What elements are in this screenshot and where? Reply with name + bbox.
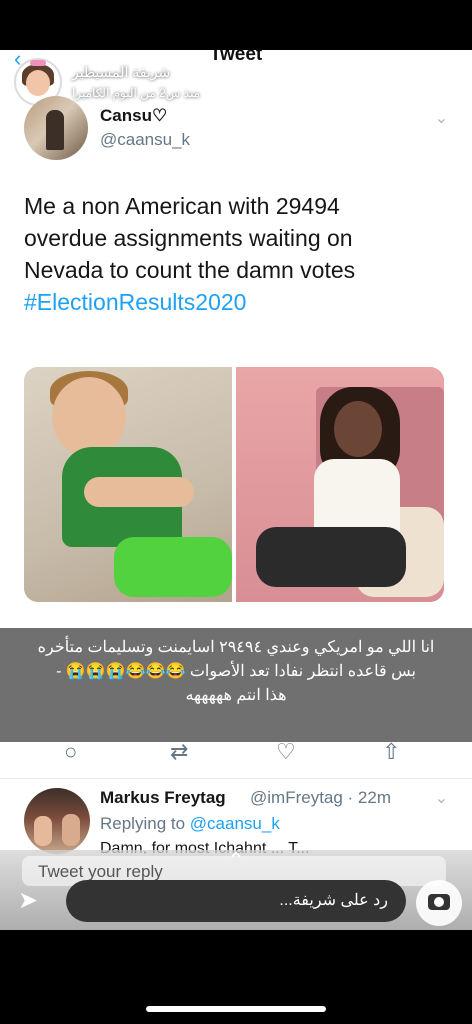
story-reply-input[interactable]: رد على شريفة... bbox=[66, 880, 406, 922]
caption-line: هذا انتم هههههه bbox=[185, 687, 287, 704]
tweet-reply-placeholder: Tweet your reply bbox=[38, 862, 163, 881]
hashtag-link[interactable]: #ElectionResults2020 bbox=[24, 286, 444, 318]
media-image-child[interactable] bbox=[24, 367, 232, 602]
camera-button[interactable] bbox=[416, 880, 462, 926]
tweet-text-line: Nevada to count the damn votes bbox=[24, 257, 356, 283]
reply-author-meta: @imFreytag · 22m bbox=[250, 788, 392, 807]
tweet-screen: ‹ Tweet شريفة المسيطير منذ س2 من البوم ا… bbox=[0, 50, 472, 930]
media-image-woman[interactable] bbox=[236, 367, 444, 602]
author-name[interactable]: Cansu♡ bbox=[100, 106, 167, 126]
woman-face bbox=[334, 401, 382, 457]
tweet-text-line: overdue assignments waiting on bbox=[24, 225, 353, 251]
compose-bar: ⌃ Tweet your reply ➤ رد على شريفة... bbox=[0, 848, 472, 930]
retweet-icon[interactable]: ⇄ bbox=[170, 740, 188, 764]
like-icon[interactable]: ♡ bbox=[276, 740, 296, 764]
replying-to: Replying to @caansu_k bbox=[100, 814, 280, 834]
story-timestamp: منذ س2 من البوم الكاميرا bbox=[72, 86, 201, 100]
share-icon[interactable]: ⇧ bbox=[382, 740, 400, 764]
caption-line: انا اللي مو امريكي وعندي ٢٩٤٩٤ اسايمنت و… bbox=[37, 639, 435, 656]
woman-legs bbox=[256, 527, 406, 587]
author-handle[interactable]: @caansu_k bbox=[100, 130, 190, 150]
story-caption-overlay: انا اللي مو امريكي وعندي ٢٩٤٩٤ اسايمنت و… bbox=[0, 628, 472, 742]
author-avatar[interactable] bbox=[24, 96, 88, 160]
reply-author-name[interactable]: Markus Freytag bbox=[100, 788, 226, 808]
caret-down-icon[interactable]: ⌄ bbox=[435, 788, 448, 808]
caption-line: بس قاعده انتظر نفادا تعد الأصوات 😂😂😂😭😭😭 … bbox=[56, 663, 416, 680]
home-indicator[interactable] bbox=[146, 1006, 326, 1012]
child-pants bbox=[114, 537, 232, 597]
tweet-text-line: Me a non American with 29494 bbox=[24, 193, 340, 219]
avatar-figure bbox=[46, 110, 64, 150]
tweet-media[interactable] bbox=[24, 367, 444, 602]
reply-author-avatar[interactable] bbox=[24, 788, 90, 854]
avatar-face bbox=[26, 70, 50, 96]
tweet-action-bar: ○ ⇄ ♡ ⇧ bbox=[0, 730, 472, 779]
story-username: شريفة المسيطير bbox=[72, 64, 171, 80]
child-crossed-arms bbox=[84, 477, 194, 507]
avatar-person bbox=[62, 814, 80, 846]
avatar-person bbox=[34, 816, 52, 846]
send-icon[interactable]: ➤ bbox=[18, 886, 50, 918]
avatar-crown bbox=[30, 60, 46, 66]
tweet-text: Me a non American with 29494 overdue ass… bbox=[24, 190, 444, 318]
caret-down-icon[interactable]: ⌄ bbox=[435, 108, 448, 128]
child-head bbox=[52, 377, 126, 457]
replying-prefix: Replying to bbox=[100, 814, 186, 833]
reply-icon[interactable]: ○ bbox=[64, 740, 77, 764]
camera-lens-icon bbox=[434, 897, 444, 907]
replying-mention[interactable]: @caansu_k bbox=[190, 814, 280, 833]
